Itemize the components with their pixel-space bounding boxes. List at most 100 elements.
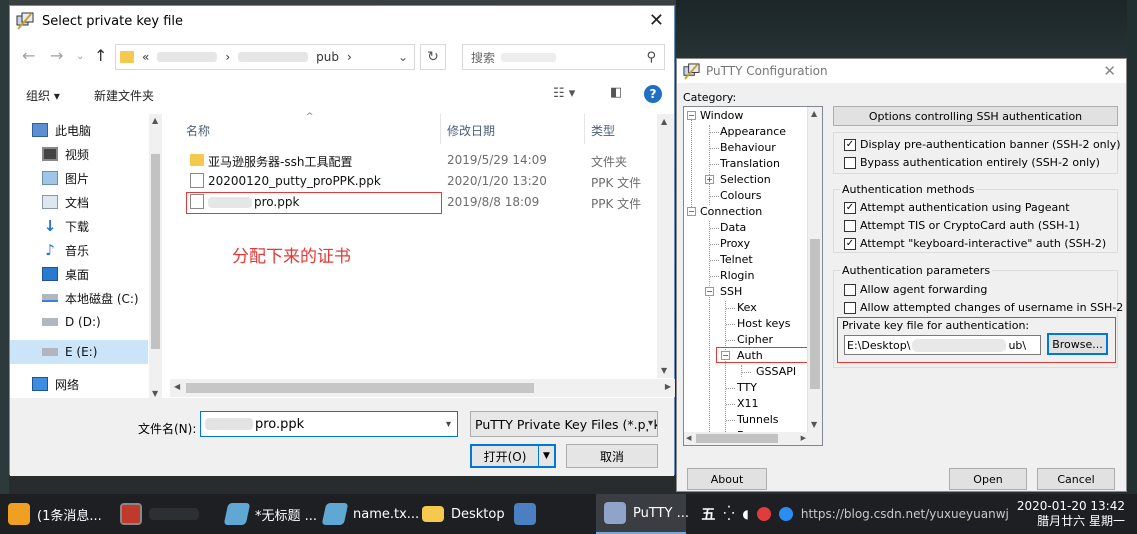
- file-row[interactable]: 20200120_putty_proPPK.ppk 2020/1/20 13:2…: [170, 171, 670, 192]
- taskbar-item-network-app[interactable]: [506, 494, 596, 534]
- filetype-select[interactable]: PuTTY Private Key Files (*.ppk) ▾: [470, 411, 658, 437]
- tree-item-selection[interactable]: Selection: [720, 173, 771, 186]
- tree-item-tty[interactable]: TTY: [737, 381, 757, 394]
- new-folder-button[interactable]: 新建文件夹: [94, 87, 154, 104]
- tree-scrollbar[interactable]: ▲ ▼: [807, 107, 822, 445]
- tree-item-connection[interactable]: Connection: [700, 205, 762, 218]
- chevron-down-icon[interactable]: ▼: [538, 446, 554, 466]
- chevron-down-icon[interactable]: ▾: [645, 418, 653, 429]
- bypass-auth-checkbox[interactable]: Bypass authentication entirely (SSH-2 on…: [844, 156, 1100, 169]
- tree-item-x11[interactable]: X11: [737, 397, 759, 410]
- tree-item-rlogin[interactable]: Rlogin: [720, 269, 754, 282]
- tree-collapse-icon[interactable]: −: [687, 207, 696, 216]
- scroll-thumb[interactable]: [186, 383, 534, 393]
- sidebar-item-drive-e[interactable]: E (E:): [10, 340, 148, 364]
- pageant-checkbox[interactable]: ✓ Attempt authentication using Pageant: [844, 201, 1070, 214]
- checkbox-unchecked-icon[interactable]: [844, 301, 856, 314]
- column-divider[interactable]: [584, 114, 585, 144]
- scroll-up-icon[interactable]: ▲: [811, 109, 817, 118]
- taskbar-item-notepad-untitled[interactable]: *无标题 ...: [218, 494, 317, 534]
- chevron-down-icon[interactable]: ▾: [446, 419, 451, 430]
- file-list-scrollbar[interactable]: ▲ ▼: [657, 114, 674, 378]
- organize-button[interactable]: 组织 ▾: [26, 87, 60, 104]
- private-key-file-input[interactable]: E:\Desktop\ ub\: [844, 335, 1041, 355]
- sidebar-item-pictures[interactable]: 图片: [10, 166, 148, 190]
- ime-indicator[interactable]: 五: [701, 504, 715, 524]
- address-bar[interactable]: « › pub › ⌄: [115, 44, 415, 70]
- column-divider[interactable]: [440, 114, 441, 144]
- checkbox-unchecked-icon[interactable]: [844, 219, 856, 232]
- taskbar-item-app[interactable]: [112, 494, 218, 534]
- taskbar-item-desktop-folder[interactable]: Desktop: [414, 494, 506, 534]
- browse-button[interactable]: Browse...: [1047, 333, 1108, 355]
- tray-app-icon[interactable]: [778, 507, 793, 521]
- taskbar-item-notepad-name[interactable]: name.tx...: [316, 494, 419, 534]
- scroll-left-icon[interactable]: ◀: [686, 434, 691, 442]
- up-arrow-icon[interactable]: ↑: [94, 46, 107, 65]
- cancel-button[interactable]: 取消: [566, 444, 658, 468]
- tree-collapse-icon[interactable]: −: [705, 287, 714, 296]
- tree-item-host-keys[interactable]: Host keys: [737, 317, 791, 330]
- tree-item-behaviour[interactable]: Behaviour: [720, 141, 776, 154]
- checkbox-unchecked-icon[interactable]: [844, 283, 856, 296]
- sidebar-item-drive-c[interactable]: 本地磁盘 (C:): [10, 286, 148, 310]
- cancel-button[interactable]: Cancel: [1037, 468, 1115, 490]
- view-options-icon[interactable]: ☷ ▾: [553, 86, 575, 101]
- tree-expand-icon[interactable]: +: [705, 175, 714, 184]
- file-list-hscrollbar[interactable]: ◀ ▶: [170, 379, 675, 397]
- forward-arrow-icon[interactable]: →: [50, 46, 63, 65]
- scroll-left-icon[interactable]: ◀: [174, 382, 180, 391]
- about-button[interactable]: About: [687, 468, 767, 490]
- checkbox-checked-icon[interactable]: ✓: [844, 138, 856, 151]
- preview-pane-icon[interactable]: ◧: [610, 85, 622, 100]
- column-header-type[interactable]: 类型: [591, 122, 615, 139]
- chevron-down-icon[interactable]: ⌄: [76, 51, 84, 62]
- ime-mode-icon[interactable]: ◖: [743, 507, 749, 521]
- username-change-checkbox[interactable]: Allow attempted changes of username in S…: [844, 301, 1123, 314]
- address-overflow[interactable]: «: [142, 50, 149, 64]
- scroll-right-icon[interactable]: ▶: [665, 382, 671, 391]
- agent-forwarding-checkbox[interactable]: Allow agent forwarding: [844, 283, 987, 296]
- keyboard-interactive-checkbox[interactable]: ✓ Attempt "keyboard-interactive" auth (S…: [844, 237, 1106, 250]
- tree-item-ssh[interactable]: SSH: [720, 285, 742, 298]
- close-icon[interactable]: ✕: [1103, 62, 1116, 80]
- checkbox-unchecked-icon[interactable]: [844, 156, 856, 169]
- open-button[interactable]: 打开(O) ▼: [470, 444, 556, 468]
- tree-item-proxy[interactable]: Proxy: [720, 237, 750, 250]
- checkbox-checked-icon[interactable]: ✓: [844, 201, 856, 214]
- checkbox-checked-icon[interactable]: ✓: [844, 237, 856, 250]
- clock[interactable]: 2020-01-20 13:42 腊月廿六 星期一: [1017, 499, 1125, 529]
- sidebar-item-documents[interactable]: 文档: [10, 190, 148, 214]
- tree-item-translation[interactable]: Translation: [720, 157, 780, 170]
- column-header-name[interactable]: 名称: [186, 122, 210, 139]
- column-header-date[interactable]: 修改日期: [447, 122, 495, 139]
- display-banner-checkbox[interactable]: ✓ Display pre-authentication banner (SSH…: [844, 138, 1121, 151]
- close-icon[interactable]: ✕: [649, 10, 664, 31]
- open-button[interactable]: Open: [949, 468, 1027, 490]
- scroll-down-icon[interactable]: ▼: [661, 366, 667, 375]
- sidebar-item-desktop[interactable]: 桌面: [10, 262, 148, 286]
- scroll-thumb[interactable]: [696, 434, 778, 443]
- sidebar-item-music[interactable]: ♪ 音乐: [10, 238, 148, 262]
- dialog-titlebar[interactable]: Select private key file ✕: [10, 6, 674, 36]
- tree-collapse-icon[interactable]: −: [687, 111, 696, 120]
- taskbar-item-chat[interactable]: (1条消息...: [0, 494, 112, 534]
- filename-input[interactable]: pro.ppk ▾: [200, 411, 458, 437]
- tray-app-icon[interactable]: [756, 507, 771, 521]
- sidebar-item-network[interactable]: 网络: [10, 372, 148, 396]
- scroll-up-icon[interactable]: ▲: [152, 116, 158, 125]
- sidebar-item-videos[interactable]: 视频: [10, 142, 148, 166]
- tree-item-kex[interactable]: Kex: [737, 301, 757, 314]
- tree-item-colours[interactable]: Colours: [720, 189, 761, 202]
- scroll-down-icon[interactable]: ▼: [152, 389, 158, 398]
- tis-cryptocard-checkbox[interactable]: Attempt TIS or CryptoCard auth (SSH-1): [844, 219, 1080, 232]
- tree-item-gssapi[interactable]: GSSAPI: [756, 365, 796, 378]
- tree-item-data[interactable]: Data: [720, 221, 746, 234]
- search-input[interactable]: 搜索 ⚲: [462, 44, 665, 70]
- chevron-down-icon[interactable]: ⌄: [398, 50, 408, 64]
- scroll-thumb[interactable]: [810, 239, 820, 389]
- sidebar-item-downloads[interactable]: ↓ 下载: [10, 214, 148, 238]
- tree-item-cipher[interactable]: Cipher: [737, 333, 773, 346]
- tree-hscrollbar[interactable]: ◀ ▶: [684, 432, 808, 445]
- taskbar-item-putty[interactable]: PuTTY ...: [596, 494, 689, 534]
